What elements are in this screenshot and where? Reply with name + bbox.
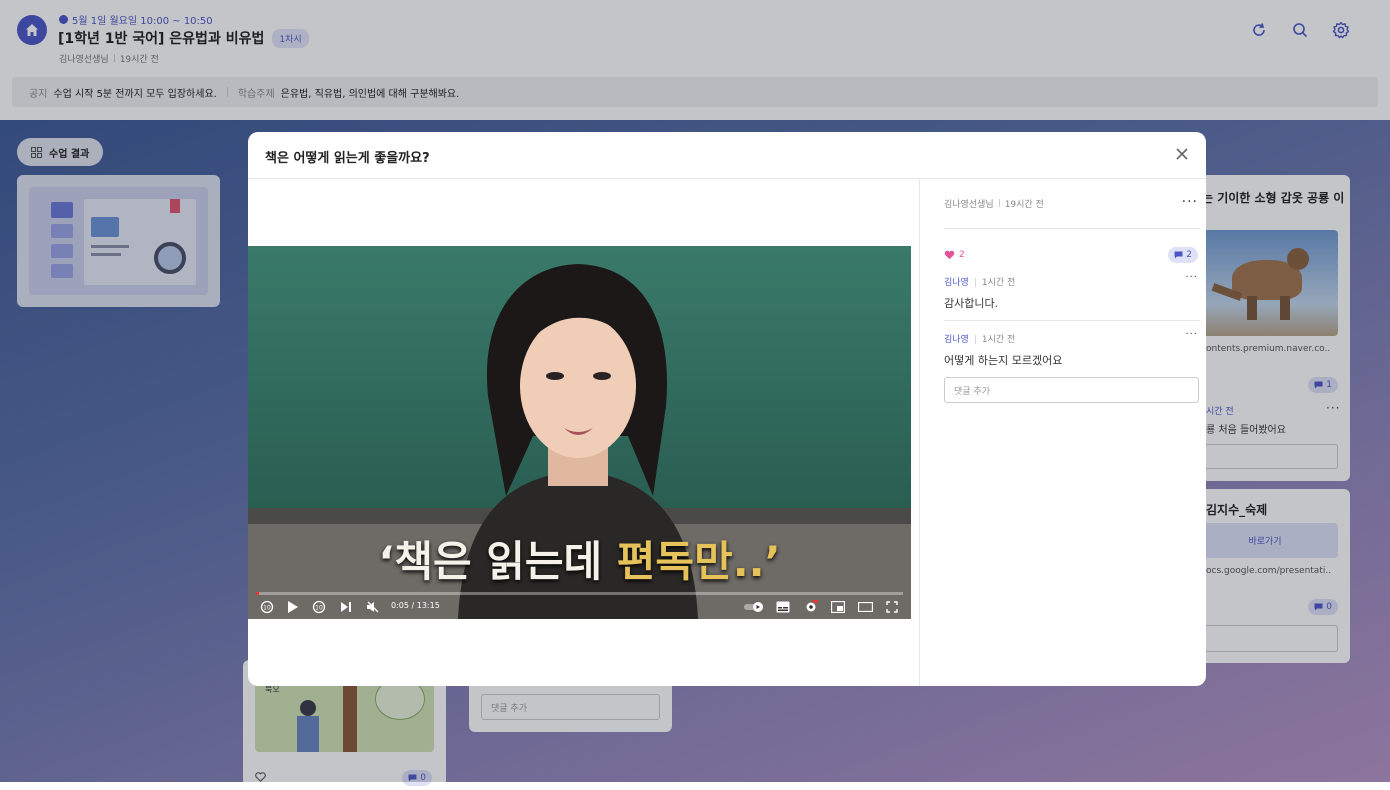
like-button[interactable]: 2 (944, 250, 965, 260)
comment-2-author-name: 김나영 (944, 335, 969, 345)
svg-text:10: 10 (315, 605, 323, 612)
subtitles-icon[interactable] (776, 601, 790, 613)
comments-count: 2 (1186, 250, 1192, 260)
svg-text:10: 10 (263, 605, 271, 612)
like-count: 2 (959, 250, 965, 260)
video-caption: ‘책은 읽는데 편독만..’ (248, 528, 911, 589)
play-icon[interactable] (287, 600, 299, 614)
comment-1-author-name: 김나영 (944, 278, 969, 288)
post-author: 김나영선생님 (944, 200, 994, 210)
next-icon[interactable] (340, 601, 352, 613)
post-sidebar: 김나영선생님 19시간 전 ··· 2 2 김나영 | 1시간 전 ··· 감사합니다… (919, 179, 1206, 686)
autoplay-toggle-icon[interactable] (744, 602, 764, 612)
miniplayer-icon[interactable] (831, 601, 845, 613)
settings-gear-icon[interactable] (804, 600, 818, 614)
modal-comment-input[interactable]: 댓글 추가 (944, 377, 1199, 403)
post-time: 19시간 전 (1004, 200, 1044, 210)
comment-1-author: 김나영 | 1시간 전 (944, 278, 1016, 288)
comment-2-text: 어떻게 하는지 모르겠어요 (944, 354, 1063, 367)
comment-2-author: 김나영 | 1시간 전 (944, 335, 1016, 345)
comment-1-text: 감사합니다. (944, 297, 999, 310)
post-meta: 김나영선생님 19시간 전 (944, 197, 1044, 210)
close-icon[interactable] (1174, 146, 1190, 162)
comments-count-badge: 2 (1168, 247, 1198, 263)
post-modal: 책은 어떻게 읽는게 좋을까요? ‘책은 읽는데 편독만..’ 10 10 0:… (248, 132, 1206, 686)
forward-10-icon[interactable]: 10 (312, 600, 326, 614)
mute-icon[interactable] (366, 600, 380, 614)
caption-highlight: 편독만..’ (616, 537, 781, 586)
caption-plain: ‘책은 읽는데 (378, 537, 617, 586)
theater-mode-icon[interactable] (858, 602, 873, 612)
post-more-icon[interactable]: ··· (1182, 195, 1198, 209)
fullscreen-icon[interactable] (886, 601, 898, 613)
video-controls: 10 10 0:05 / 13:15 (248, 598, 911, 618)
video-progress-fill (256, 592, 259, 595)
video-player[interactable]: ‘책은 읽는데 편독만..’ 10 10 0:05 / 13:15 (248, 246, 911, 619)
comment-2-time: 1시간 전 (981, 335, 1016, 345)
comment-icon (1174, 251, 1183, 259)
video-progress-track[interactable] (256, 592, 903, 595)
comment-1-time: 1시간 전 (981, 278, 1016, 288)
video-time: 0:05 / 13:15 (391, 601, 440, 610)
heart-icon (944, 250, 955, 260)
modal-title: 책은 어떻게 읽는게 좋을까요? (265, 151, 430, 166)
comment-2-more-icon[interactable]: ··· (1185, 330, 1198, 340)
comment-1-more-icon[interactable]: ··· (1185, 273, 1198, 283)
rewind-10-icon[interactable]: 10 (260, 600, 274, 614)
